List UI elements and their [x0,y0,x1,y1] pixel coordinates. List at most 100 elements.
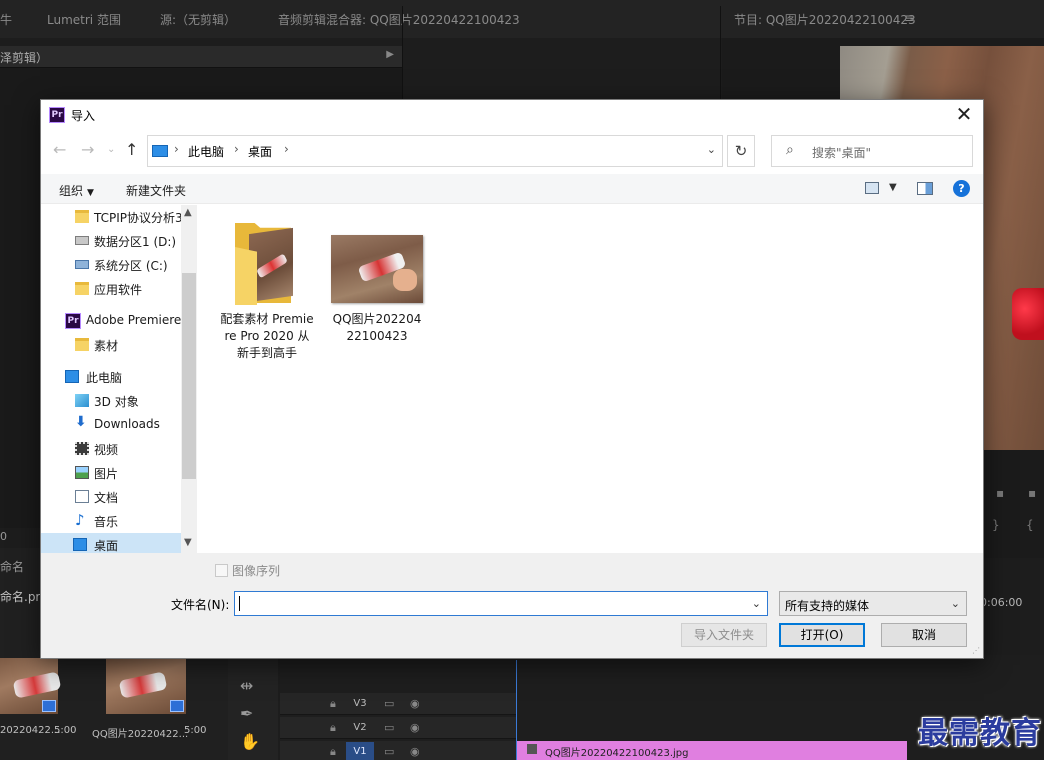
nav-item-label: 音乐 [94,515,119,529]
recent-dropdown-icon[interactable]: ⌄ [107,144,115,155]
nav-item-label: 桌面 [94,539,119,553]
sync-lock-icon[interactable]: ▭ [384,697,394,710]
clip-thumbnail[interactable] [0,658,62,714]
nav-item-downloads[interactable]: ⬇ Downloads [41,413,183,437]
file-type-dropdown-icon: ⌄ [950,597,960,610]
breadcrumb-separator-icon[interactable]: › [284,142,289,156]
nav-scrollbar[interactable]: ▲ ▼ [181,205,197,553]
hand-icon[interactable]: ✋ [240,732,260,751]
nav-item-3d-objects[interactable]: 3D 对象 [41,389,183,413]
eye-icon[interactable]: ◉ [410,697,420,710]
organize-button[interactable]: 组织 ▼ [59,182,94,199]
picture-icon [75,466,89,479]
tab-lumetri-scopes[interactable]: Lumetri 范围 [47,11,121,28]
dialog-title-bar: Pr 导入 ✕ [41,100,983,130]
video-badge-icon [42,700,56,712]
track-label-v3[interactable]: V3 [346,694,374,714]
nav-item-desktop[interactable]: 桌面 [41,533,183,553]
marker-icon[interactable]: ▪ [996,486,1004,500]
filename-input[interactable]: ⌄ [234,591,768,616]
nav-item-label: Downloads [94,417,160,431]
nav-item-adobe-premiere[interactable]: Pr Adobe Premiere [41,309,183,333]
eye-icon[interactable]: ◉ [410,721,420,734]
image-sequence-checkbox[interactable] [215,564,228,577]
resize-grip-icon[interactable]: ⋰ [972,646,980,655]
help-icon[interactable]: ? [953,180,970,197]
lock-icon[interactable]: 🔒︎ [330,697,336,711]
nav-item-materials[interactable]: 素材 [41,333,183,357]
fx-badge-icon [527,744,537,754]
scrollbar-thumb[interactable] [182,273,196,479]
lock-icon[interactable]: 🔒︎ [330,721,336,735]
import-folder-button[interactable]: 导入文件夹 [681,623,767,647]
clip-duration: 5:00 [54,725,77,736]
tab-program[interactable]: 节目: QQ图片20220422100423 [734,11,916,28]
file-list: 配套素材 Premiere Pro 2020 从新手到高手 QQ图片202204… [197,205,983,553]
nav-item-tcpip[interactable]: TCPIP协议分析3 [41,205,183,229]
nav-item-label: 3D 对象 [94,395,139,409]
breadcrumb-separator-icon[interactable]: › [174,142,179,156]
address-bar[interactable]: › 此电脑 › 桌面 › ⌄ [147,135,723,167]
tab-audio-clip-mixer[interactable]: 音频剪辑混合器: QQ图片20220422100423 [278,11,520,28]
nav-item-documents[interactable]: 文档 [41,485,183,509]
go-to-in-icon[interactable]: { [1026,518,1034,532]
nav-item-drive-d[interactable]: 数据分区1 (D:) [41,229,183,253]
lock-icon[interactable]: 🔒︎ [330,745,336,759]
nav-item-drive-c[interactable]: 系统分区 (C:) [41,253,183,277]
breadcrumb-separator-icon[interactable]: › [234,142,239,156]
track-label-v1[interactable]: V1 [346,742,374,760]
play-arrow-icon[interactable]: ▶ [386,49,394,60]
premiere-logo-icon: Pr [49,107,65,123]
file-item-folder[interactable]: 配套素材 Premiere Pro 2020 从新手到高手 [219,221,315,362]
mark-out-icon[interactable]: } [992,518,1000,532]
view-options-icon[interactable] [865,182,879,194]
view-dropdown-icon[interactable]: ▼ [889,182,897,193]
nav-item-music[interactable]: ♪ 音乐 [41,509,183,533]
tab-effects[interactable]: 牛 [0,11,12,28]
timeline-clip[interactable]: QQ图片20220422100423.jpg [517,741,907,760]
file-item-image[interactable]: QQ图片20220422100423 [329,221,425,345]
track-row [280,717,516,739]
tab-source[interactable]: 源:（无剪辑） [160,11,236,28]
file-type-select[interactable]: 所有支持的媒体 ⌄ [779,591,967,616]
scroll-up-icon[interactable]: ▲ [184,207,192,218]
nav-item-apps[interactable]: 应用软件 [41,277,183,301]
new-folder-button[interactable]: 新建文件夹 [126,182,186,199]
nav-item-label: 文档 [94,491,119,505]
breadcrumb-desktop[interactable]: 桌面 [248,143,272,160]
program-menu-icon[interactable]: ≡ [904,11,914,25]
breadcrumb-this-pc[interactable]: 此电脑 [188,143,224,160]
forward-arrow-icon[interactable]: → [81,140,94,159]
clip-thumbnail[interactable] [106,658,186,714]
search-box[interactable]: ⌕ 搜索"桌面" [771,135,973,167]
track-row [280,693,516,715]
eye-icon[interactable]: ◉ [410,745,420,758]
refresh-icon[interactable]: ↻ [727,135,755,167]
preview-pane-icon[interactable] [917,182,933,195]
computer-icon [65,370,79,383]
close-icon[interactable]: ✕ [951,102,977,128]
drive-icon [75,260,89,269]
back-arrow-icon[interactable]: ← [53,140,66,159]
import-dialog: Pr 导入 ✕ ← → ⌄ ↑ › 此电脑 › 桌面 › ⌄ ↻ ⌕ 搜索"桌面… [40,99,984,659]
marker-icon[interactable]: ▪ [1028,486,1036,500]
up-arrow-icon[interactable]: ↑ [125,140,138,159]
nav-item-pictures[interactable]: 图片 [41,461,183,485]
panel-tab-bar: 牛 Lumetri 范围 源:（无剪辑） 音频剪辑混合器: QQ图片202204… [0,0,1044,38]
sync-lock-icon[interactable]: ▭ [384,721,394,734]
nav-item-label: 数据分区1 (D:) [94,235,177,249]
track-label-v2[interactable]: V2 [346,718,374,738]
ripple-edit-icon[interactable]: ⇹ [240,676,253,695]
video-icon [75,442,89,455]
scroll-down-icon[interactable]: ▼ [184,537,192,548]
nav-item-this-pc[interactable]: 此电脑 [41,365,183,389]
folder-icon [235,223,295,305]
file-type-value: 所有支持的媒体 [785,599,870,613]
filename-dropdown-icon[interactable]: ⌄ [752,597,761,610]
nav-item-videos[interactable]: 视频 [41,437,183,461]
address-dropdown-icon[interactable]: ⌄ [707,143,716,156]
sync-lock-icon[interactable]: ▭ [384,745,394,758]
pen-icon[interactable]: ✒ [240,704,253,723]
cancel-button[interactable]: 取消 [881,623,967,647]
open-button[interactable]: 打开(O) [779,623,865,647]
